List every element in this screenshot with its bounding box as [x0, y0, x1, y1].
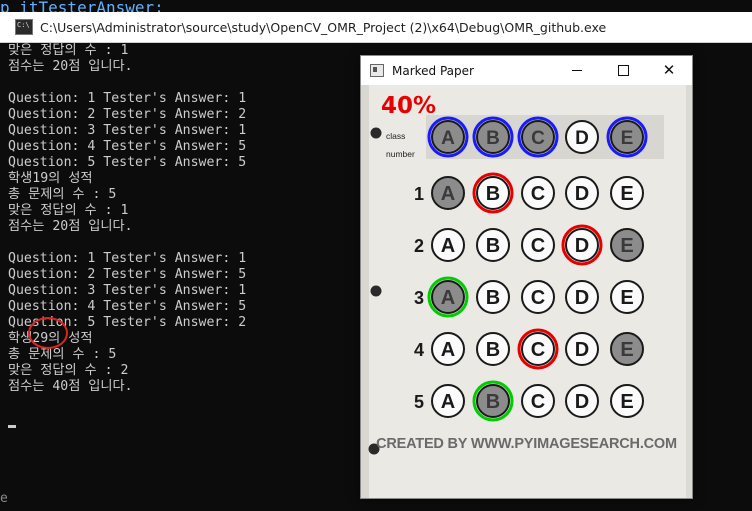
bubble-letter: A: [441, 183, 455, 205]
console-line: Question: 5 Tester's Answer: 5: [8, 155, 247, 170]
question-number: 3: [414, 288, 424, 308]
bubble-letter: A: [441, 235, 455, 257]
red-circle-annotation: [28, 317, 68, 349]
score-label: 40%: [381, 93, 437, 119]
paper-titlebar[interactable]: Marked Paper ✕: [361, 56, 692, 85]
bubble-letter: B: [486, 183, 500, 205]
console-cursor: [8, 425, 16, 428]
console-line: Question: 1 Tester's Answer: 1: [8, 91, 247, 106]
bubble-letter: D: [575, 183, 589, 205]
paper-window-title: Marked Paper: [392, 63, 474, 78]
bubble-letter: B: [486, 287, 500, 309]
console-line: 맞은 정답의 수 : 2: [8, 363, 129, 378]
console-line: 점수는 20점 입니다.: [8, 59, 133, 74]
bubble-letter: A: [441, 339, 455, 361]
bubble-letter: E: [620, 235, 633, 257]
bubble-letter: A: [441, 287, 455, 309]
bubble-letter: E: [620, 339, 633, 361]
bubble-letter: E: [620, 183, 633, 205]
console-line: Question: 4 Tester's Answer: 5: [8, 139, 247, 154]
console-line: 맞은 정답의 수 : 1: [8, 43, 129, 58]
close-button[interactable]: ✕: [646, 56, 692, 85]
console-scrolled-text: p itTesterAnswer;: [0, 0, 164, 12]
console-line: 총 문제의 수 : 5: [8, 187, 117, 202]
bubble-letter: D: [575, 339, 589, 361]
bubble-letter: B: [486, 339, 500, 361]
console-app-icon: [15, 19, 33, 35]
console-window-title: C:\Users\Administrator\source\study\Open…: [40, 19, 607, 35]
bubble-letter: C: [531, 183, 545, 205]
bubble-letter: C: [531, 339, 545, 361]
console-line: 점수는 20점 입니다.: [8, 219, 133, 234]
bubble-letter: D: [575, 287, 589, 309]
bubble-letter: C: [531, 128, 545, 149]
maximize-button[interactable]: [600, 56, 646, 85]
console-line: 총 문제의 수 : 5: [8, 347, 117, 362]
bubble-letter: B: [486, 128, 500, 149]
bubble-letter: C: [531, 235, 545, 257]
console-titlebar[interactable]: C:\Users\Administrator\source\study\Open…: [0, 12, 752, 43]
bubble-letter: D: [575, 235, 589, 257]
question-number: 4: [414, 340, 424, 360]
console-line: 학생19의 성적: [8, 171, 93, 186]
bubble-letter: E: [620, 287, 633, 309]
bubble-letter: E: [620, 391, 633, 413]
class-label: class: [386, 131, 406, 141]
window-app-icon: [370, 64, 384, 77]
bubble-letter: E: [621, 128, 634, 149]
number-label: number: [386, 149, 415, 159]
console-line: Question: 2 Tester's Answer: 2: [8, 107, 247, 122]
bubble-letter: B: [486, 391, 500, 413]
footer-credit: CREATED BY WWW.PYIMAGESEARCH.COM: [376, 436, 677, 452]
console-edge-text: e: [0, 491, 8, 506]
bubble-letter: D: [575, 128, 589, 149]
punch-hole: [370, 285, 382, 297]
question-number: 1: [414, 184, 424, 204]
question-number: 2: [414, 236, 424, 256]
marked-paper-window[interactable]: Marked Paper ✕ ABCDE1ABCDE2ABCDE3ABCDE4A…: [360, 55, 693, 499]
console-line: 맞은 정답의 수 : 1: [8, 203, 129, 218]
console-line: Question: 3 Tester's Answer: 1: [8, 283, 247, 298]
punch-hole: [370, 127, 382, 139]
console-line: 점수는 40점 입니다.: [8, 379, 133, 394]
marked-paper-image: ABCDE1ABCDE2ABCDE3ABCDE4ABCDE5ABCDE 40% …: [361, 85, 692, 498]
bubble-letter: A: [441, 128, 455, 149]
console-line: Question: 3 Tester's Answer: 1: [8, 123, 247, 138]
bubble-letter: B: [486, 235, 500, 257]
console-line: Question: 2 Tester's Answer: 5: [8, 267, 247, 282]
bubble-letter: D: [575, 391, 589, 413]
console-line: Question: 1 Tester's Answer: 1: [8, 251, 247, 266]
bubble-letter: A: [441, 391, 455, 413]
minimize-button[interactable]: [554, 56, 600, 85]
console-line: Question: 4 Tester's Answer: 5: [8, 299, 247, 314]
bubble-letter: C: [531, 287, 545, 309]
question-number: 5: [414, 392, 424, 412]
bubble-letter: C: [531, 391, 545, 413]
